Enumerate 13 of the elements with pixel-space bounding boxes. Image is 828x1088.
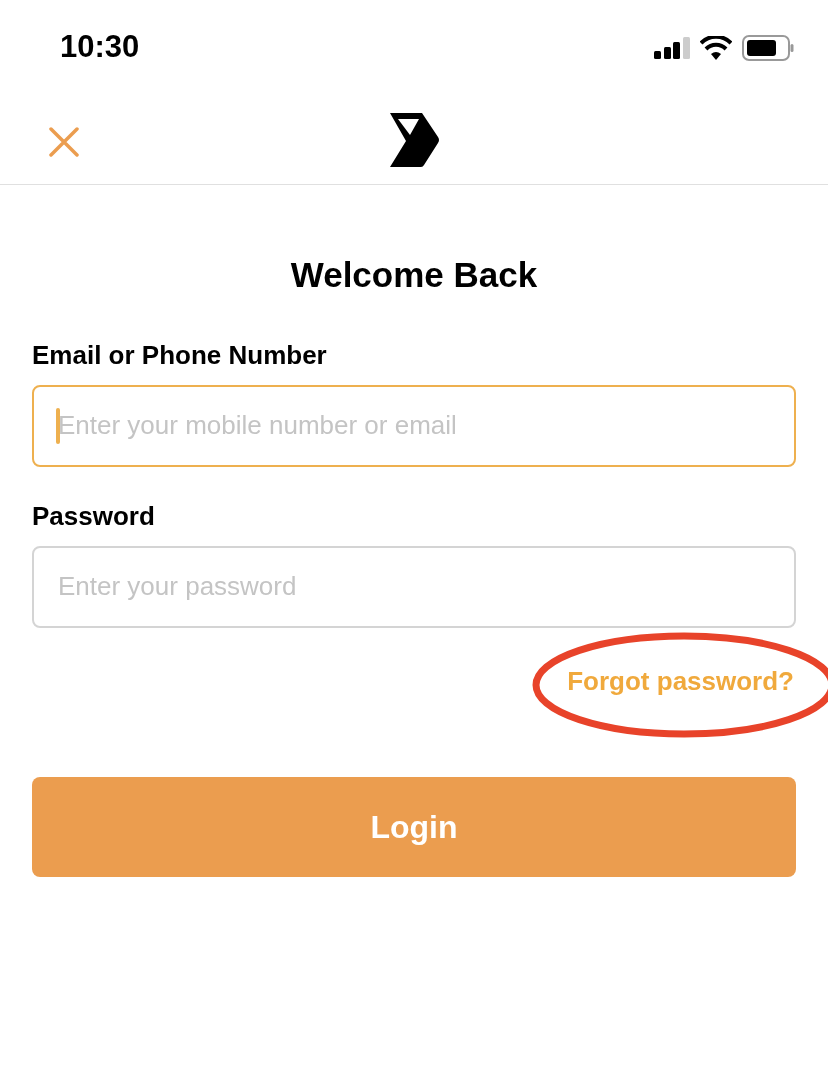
battery-icon xyxy=(742,34,794,61)
status-time: 10:30 xyxy=(60,28,140,67)
text-cursor xyxy=(56,407,60,444)
field-label: Email or Phone Number xyxy=(32,338,328,372)
input-field[interactable]: Enter your mobile number or email xyxy=(32,384,796,467)
logo-icon xyxy=(388,112,440,167)
close-icon xyxy=(49,127,79,157)
wifi-icon xyxy=(700,35,732,60)
field-label: Password xyxy=(32,499,156,533)
login-button[interactable]: Login xyxy=(32,776,796,877)
signal-icon xyxy=(654,36,690,59)
page-title: Welcome Back xyxy=(289,254,539,296)
input-field[interactable]: Enter your password xyxy=(32,545,796,628)
